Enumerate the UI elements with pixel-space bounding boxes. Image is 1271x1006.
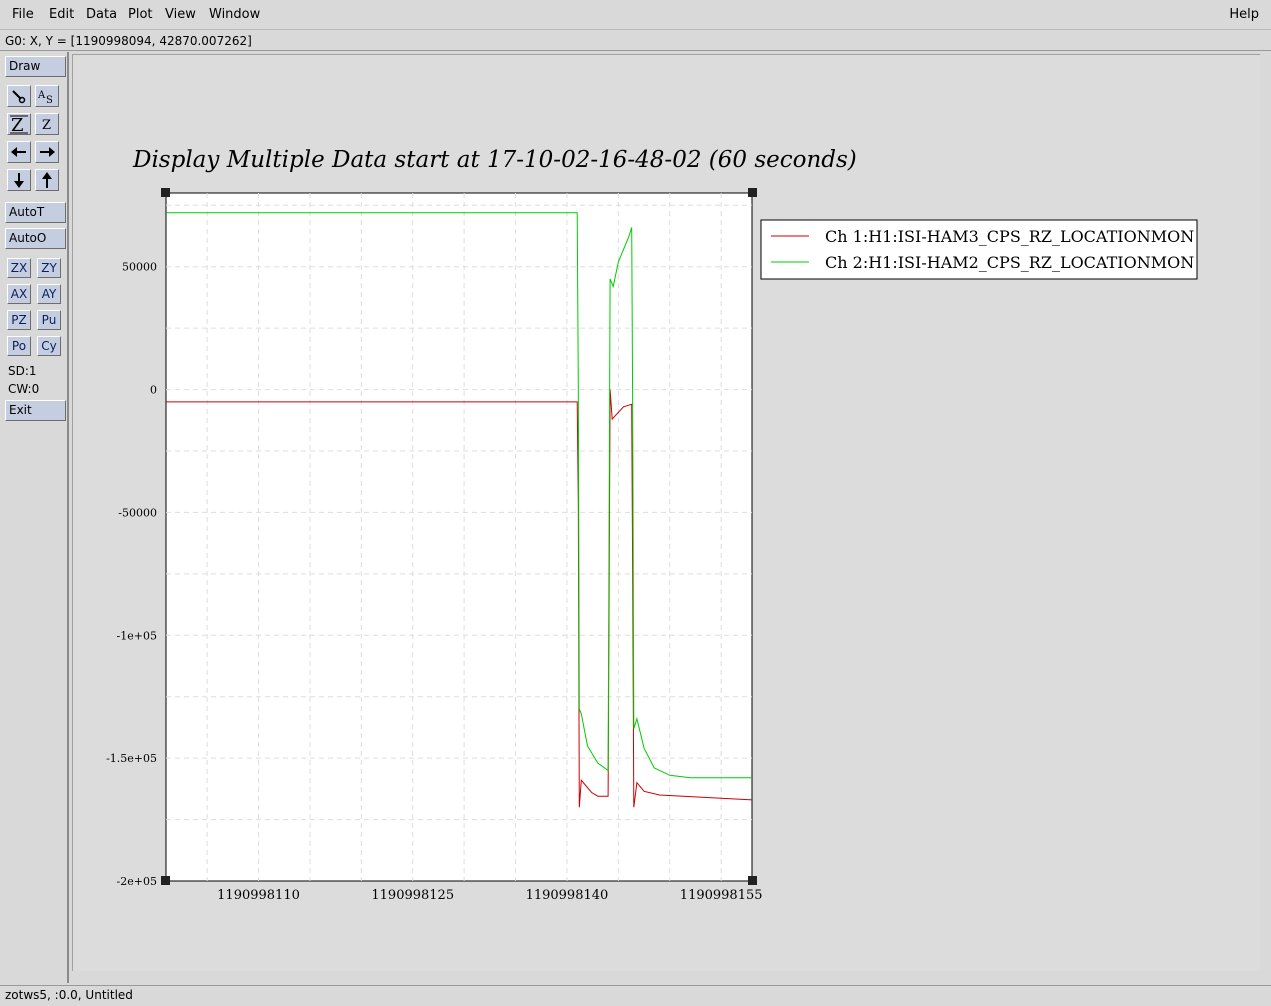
x-tick-label: 1190998110 [217,888,300,903]
legend: Ch 1:H1:ISI-HAM3_CPS_RZ_LOCATIONMON Ch 2… [760,219,1198,280]
menu-help[interactable]: Help [1229,7,1259,22]
status-bar: zotws5, :0.0, Untitled [0,985,1271,1006]
text-tool-button[interactable]: AS [35,85,59,107]
cy-button[interactable]: Cy [37,336,61,356]
y-tick-label: -1e+05 [117,629,157,642]
pan-up-button[interactable] [35,169,59,191]
sd-label: SD:1 [8,364,37,378]
menu-data[interactable]: Data [86,7,117,22]
pan-down-icon [14,173,24,188]
pan-down-button[interactable] [7,169,31,191]
y-tick-label: -1.5e+05 [106,752,157,765]
x-tick-label: 1190998155 [680,888,763,903]
tool-panel: Draw AS Z Z AutoT AutoO ZX ZY AX AY PZ P… [0,52,69,983]
ax-button[interactable]: AX [7,284,31,304]
menu-plot[interactable]: Plot [128,7,153,22]
zoom-out-icon: Z [42,118,51,133]
y-tick-label: -50000 [118,506,157,519]
zoom-in-button[interactable]: Z [7,113,31,136]
resize-handle-top-right[interactable] [748,188,757,197]
menu-edit[interactable]: Edit [49,7,74,22]
y-axis-ticks: 50000 0 -50000 -1e+05 -1.5e+05 -2e+05 [106,261,157,888]
pan-left-icon [11,147,26,157]
pan-left-button[interactable] [7,141,31,163]
auto-t-button[interactable]: AutoT [5,202,66,223]
chart-title: Display Multiple Data start at 17-10-02-… [132,147,857,173]
zoom-tool-button[interactable] [7,85,31,107]
cw-label: CW:0 [8,382,40,396]
zoom-in-icon: Z [10,115,28,136]
legend-entry-ch2: Ch 2:H1:ISI-HAM2_CPS_RZ_LOCATIONMON [825,253,1194,272]
menu-window[interactable]: Window [209,7,260,22]
x-axis-ticks: 1190998110 1190998125 1190998140 1190998155 [217,888,762,903]
draw-button[interactable]: Draw [5,56,66,77]
y-tick-label: 50000 [122,261,157,274]
y-tick-label: 0 [150,384,157,397]
po-button[interactable]: Po [7,336,31,356]
pan-up-icon [42,172,52,188]
menu-view[interactable]: View [165,7,196,22]
zy-button[interactable]: ZY [37,258,61,278]
pz-button[interactable]: PZ [7,310,31,330]
x-tick-label: 1190998125 [371,888,454,903]
ay-button[interactable]: AY [37,284,61,304]
line-chart[interactable]: Display Multiple Data start at 17-10-02-… [73,55,1259,970]
svg-text:Z: Z [42,118,51,133]
exit-button[interactable]: Exit [5,400,66,421]
pu-button[interactable]: Pu [37,310,61,330]
zx-button[interactable]: ZX [7,258,31,278]
auto-o-button[interactable]: AutoO [5,228,66,249]
text-tool-icon: AS [37,90,53,106]
legend-entry-ch1: Ch 1:H1:ISI-HAM3_CPS_RZ_LOCATIONMON [825,227,1194,246]
svg-text:A: A [37,90,46,101]
pan-right-icon [40,147,55,157]
zoom-out-button[interactable]: Z [35,113,59,135]
resize-handle-bottom-left[interactable] [161,876,170,885]
pan-right-button[interactable] [35,141,59,163]
plot-canvas[interactable]: Display Multiple Data start at 17-10-02-… [72,54,1260,971]
resize-handle-bottom-right[interactable] [748,876,757,885]
svg-text:Z: Z [11,115,24,134]
resize-handle-top-left[interactable] [161,188,170,197]
menu-file[interactable]: File [12,7,34,22]
plot-area[interactable] [165,192,753,882]
coordinate-readout: G0: X, Y = [1190998094, 42870.007262] [0,31,1271,51]
y-tick-label: -2e+05 [117,875,157,888]
x-tick-label: 1190998140 [526,888,609,903]
zoom-tool-icon [12,90,26,104]
menu-bar: File Edit Data Plot View Window Help [0,0,1271,30]
svg-text:S: S [46,95,53,106]
